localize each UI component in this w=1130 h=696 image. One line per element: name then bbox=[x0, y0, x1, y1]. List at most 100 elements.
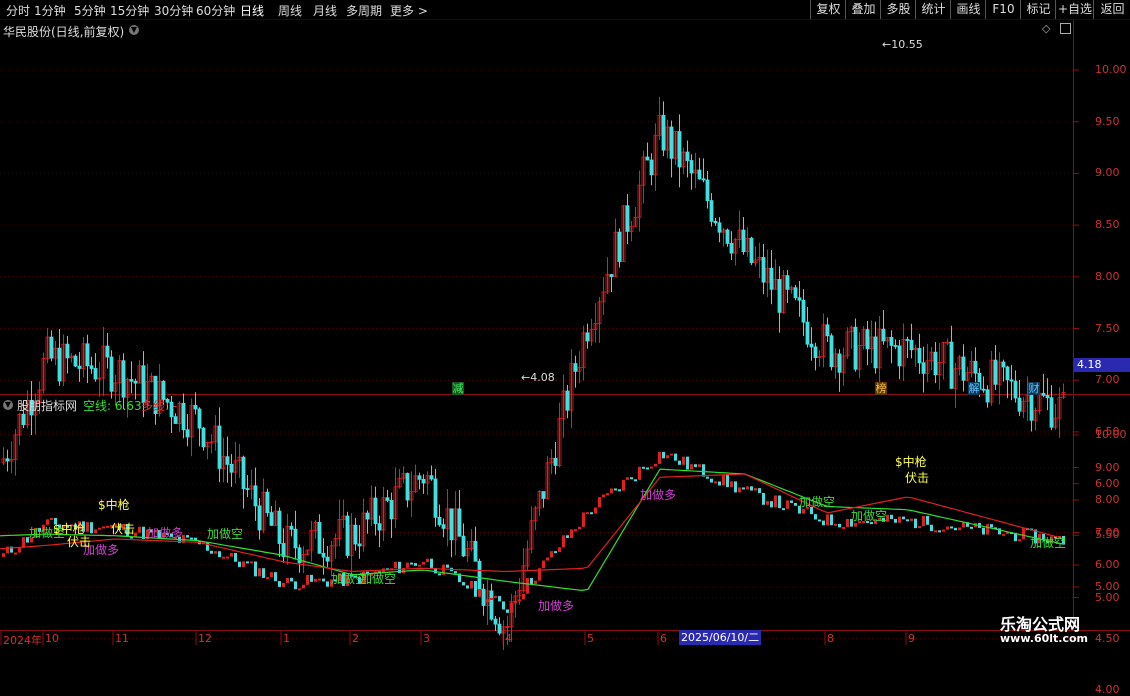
candle-body bbox=[265, 491, 270, 513]
indicator-bar bbox=[490, 597, 493, 600]
window-icon[interactable] bbox=[1060, 23, 1071, 34]
indicator-title: 股朋指标网 bbox=[17, 399, 78, 413]
candle-body bbox=[89, 365, 94, 369]
indicator-bar bbox=[614, 488, 617, 491]
candle-body bbox=[217, 425, 222, 469]
indicator-bar bbox=[226, 556, 229, 559]
reduce-flag[interactable]: 减 bbox=[452, 382, 464, 395]
period-tab[interactable]: 15分钟 bbox=[110, 2, 149, 19]
current-price-badge: 4.18 bbox=[1074, 358, 1130, 372]
ranking-flag[interactable]: 榜 bbox=[875, 382, 887, 395]
indicator-bar bbox=[714, 481, 717, 484]
period-tab[interactable]: 5分钟 bbox=[74, 2, 106, 19]
indicator-bar bbox=[622, 479, 625, 491]
indicator-bar bbox=[898, 516, 901, 523]
candle-body bbox=[433, 478, 438, 518]
indicator-bar bbox=[914, 518, 917, 529]
toolbar-button[interactable]: 画线 bbox=[950, 0, 986, 19]
y-tick-label: 6.00 bbox=[1095, 558, 1120, 571]
indicator-bar bbox=[206, 542, 209, 551]
period-tab[interactable]: 周线 bbox=[278, 2, 302, 19]
indicator-bar bbox=[690, 464, 693, 470]
indicator-bar bbox=[782, 508, 785, 511]
candle-body bbox=[1005, 366, 1010, 381]
indicator-bar bbox=[270, 572, 273, 578]
period-tab[interactable]: 日线 bbox=[240, 2, 264, 19]
finance-flag[interactable]: 财 bbox=[1028, 382, 1040, 395]
indicator-bar bbox=[786, 500, 789, 509]
stock-title: 华民股份(日线,前复权) bbox=[3, 25, 125, 39]
toolbar-button[interactable]: 标记 bbox=[1020, 0, 1056, 19]
period-tab[interactable]: 60分钟 bbox=[196, 2, 235, 19]
indicator-bar bbox=[1018, 539, 1021, 542]
indicator-bar bbox=[190, 537, 193, 540]
indicator-bar bbox=[706, 476, 709, 479]
indicator-bar bbox=[438, 573, 441, 576]
chevron-down-icon[interactable]: ▼ bbox=[129, 25, 139, 35]
indicator-bar bbox=[518, 599, 521, 602]
indicator-bar bbox=[654, 463, 657, 467]
period-tab[interactable]: 多周期 bbox=[346, 2, 382, 19]
toolbar-button[interactable]: F10 bbox=[985, 0, 1021, 19]
indicator-bar bbox=[702, 464, 705, 477]
candle-body bbox=[701, 178, 706, 181]
indicator-bar bbox=[1022, 528, 1025, 540]
candle-body bbox=[429, 475, 434, 480]
indicator-bar bbox=[426, 558, 429, 562]
indicator-bar bbox=[186, 535, 189, 538]
indicator-bar bbox=[298, 588, 301, 591]
candle-body bbox=[245, 488, 250, 490]
crosshair-date: 2025/06/10/二 bbox=[679, 630, 762, 645]
indicator-bar bbox=[958, 527, 961, 531]
candle-body bbox=[493, 618, 498, 625]
indicator-bar bbox=[678, 460, 681, 465]
indicator-bar bbox=[778, 495, 781, 509]
indicator-bar bbox=[494, 596, 497, 599]
indicator-bar bbox=[694, 464, 697, 468]
period-tab[interactable]: 1分钟 bbox=[34, 2, 66, 19]
y-tick-label: 6.00 bbox=[1095, 476, 1120, 490]
indicator-bar bbox=[926, 515, 929, 525]
indicator-bar bbox=[282, 582, 285, 587]
unlock-flag[interactable]: 解 bbox=[968, 382, 980, 395]
indicator-bar bbox=[918, 526, 921, 529]
indicator-bar bbox=[946, 526, 949, 530]
add-short-label: 加做空 bbox=[799, 495, 836, 509]
period-tab[interactable]: 月线 bbox=[313, 2, 337, 19]
indicator-bar bbox=[138, 526, 141, 533]
indicator-bar bbox=[530, 578, 533, 585]
candle-body bbox=[785, 275, 790, 290]
indicator-bar bbox=[86, 522, 89, 532]
y-tick-label: 10.00 bbox=[1095, 63, 1127, 76]
candle-body bbox=[289, 525, 294, 530]
candle-body bbox=[269, 512, 274, 526]
period-tab[interactable]: 30分钟 bbox=[154, 2, 193, 19]
indicator-bar bbox=[318, 578, 321, 581]
period-tab[interactable]: 更多 > bbox=[390, 2, 428, 19]
candle-body bbox=[1013, 380, 1018, 399]
diamond-icon[interactable]: ◇ bbox=[1042, 22, 1050, 35]
chevron-down-icon[interactable]: ▼ bbox=[3, 400, 13, 410]
indicator-bar bbox=[18, 547, 21, 553]
toolbar-button[interactable]: 复权 bbox=[810, 0, 846, 19]
candle-body bbox=[993, 359, 998, 385]
toolbar-button[interactable]: 返回 bbox=[1093, 0, 1130, 19]
candle-body bbox=[897, 345, 902, 367]
indicator-bar bbox=[834, 523, 837, 526]
toolbar-button[interactable]: 统计 bbox=[915, 0, 951, 19]
candle-body bbox=[437, 516, 442, 526]
add-short-label: 加做空 bbox=[1030, 536, 1067, 550]
indicator-bar bbox=[502, 601, 505, 610]
toolbar-button[interactable]: +自选 bbox=[1055, 0, 1094, 19]
period-tab[interactable]: 分时 bbox=[6, 2, 30, 19]
x-tick-label: 8 bbox=[827, 632, 834, 645]
candle-body bbox=[441, 524, 446, 529]
candle-body bbox=[1041, 392, 1046, 396]
toolbar-button[interactable]: 叠加 bbox=[845, 0, 881, 19]
indicator-bar bbox=[554, 551, 557, 554]
toolbar-button[interactable]: 多股 bbox=[880, 0, 916, 19]
add-short-label: 加做空 bbox=[360, 572, 397, 586]
indicator-bar bbox=[542, 560, 545, 569]
indicator-bar bbox=[662, 451, 665, 459]
candle-body bbox=[865, 329, 870, 350]
